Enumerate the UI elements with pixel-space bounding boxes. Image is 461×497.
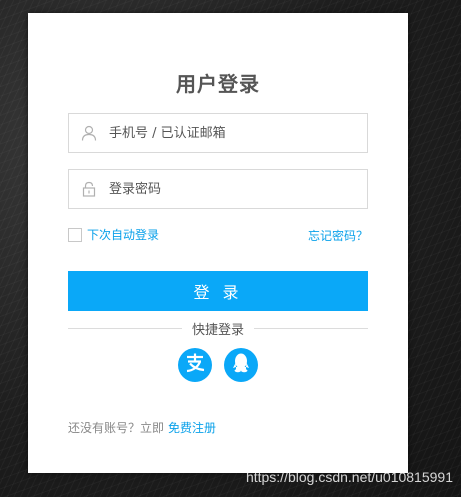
divider-line: [254, 327, 369, 329]
remember-checkbox[interactable]: [68, 227, 82, 242]
password-field[interactable]: [68, 169, 368, 209]
alipay-login-button[interactable]: [178, 348, 212, 382]
qq-icon: [231, 352, 251, 378]
alipay-icon: [184, 352, 206, 378]
page-title: 用户登录: [176, 72, 260, 96]
social-login: [28, 348, 408, 382]
remember-me[interactable]: 下次自动登录: [68, 226, 159, 243]
username-field[interactable]: [68, 113, 368, 153]
user-icon: [69, 114, 109, 152]
watermark-text: https://blog.csdn.net/u010815991: [245, 469, 453, 485]
quick-login-label: 快捷登录: [192, 322, 245, 338]
login-button[interactable]: 登 录: [68, 271, 368, 311]
remember-label[interactable]: 下次自动登录: [87, 226, 159, 243]
quick-login-divider: 快捷登录: [68, 320, 369, 338]
forgot-password-link[interactable]: 忘记密码？: [308, 227, 368, 244]
qq-login-button[interactable]: [224, 348, 258, 382]
register-link[interactable]: 免费注册: [168, 421, 216, 435]
lock-icon: [69, 170, 109, 208]
divider-line: [68, 327, 182, 329]
username-input[interactable]: [109, 115, 367, 151]
register-prompt: 还没有账号？立即 免费注册: [68, 419, 216, 436]
password-input[interactable]: [109, 171, 367, 207]
register-prompt-text: 还没有账号？立即: [68, 421, 165, 435]
login-card: 用户登录 下次自动登录 忘记密码？ 登 录 快捷登录: [28, 13, 408, 473]
